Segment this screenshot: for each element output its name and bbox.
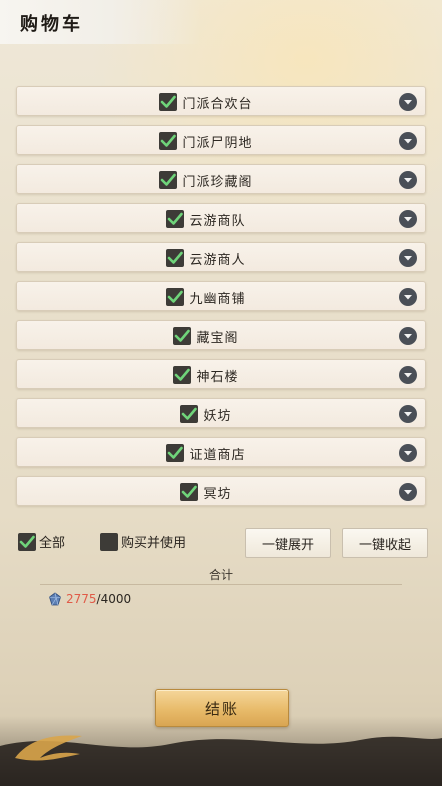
expand-chevron-icon[interactable] (399, 132, 417, 150)
check-icon (19, 535, 35, 548)
expand-chevron-icon[interactable] (399, 444, 417, 462)
check-icon (168, 446, 184, 459)
shop-name: 门派合欢台 (182, 96, 253, 112)
shop-name: 神石楼 (196, 369, 239, 385)
shop-checkbox[interactable] (166, 288, 185, 306)
shop-name: 藏宝阁 (196, 330, 239, 346)
page-title: 购物车 (20, 14, 83, 35)
shop-name: 云游商人 (189, 252, 246, 268)
collapse-all-button[interactable]: 一键收起 (342, 528, 428, 558)
check-icon (168, 251, 184, 264)
shop-row[interactable]: 门派合欢台 (16, 86, 426, 116)
shop-row[interactable]: 妖坊 (16, 398, 426, 428)
select-all-checkbox[interactable] (18, 532, 36, 551)
select-all-toggle[interactable]: 全部 (18, 532, 65, 551)
shop-name: 证道商店 (189, 447, 246, 463)
expand-chevron-icon[interactable] (399, 288, 417, 306)
expand-chevron-icon[interactable] (399, 249, 417, 267)
check-icon (161, 134, 177, 147)
expand-chevron-icon[interactable] (399, 366, 417, 384)
buy-and-use-label: 购买并使用 (121, 536, 187, 551)
shop-row[interactable]: 冥坊 (16, 476, 426, 506)
expand-chevron-icon[interactable] (399, 93, 417, 111)
shop-row[interactable]: 神石楼 (16, 359, 426, 389)
check-icon (182, 485, 198, 498)
expand-all-button[interactable]: 一键展开 (245, 528, 331, 558)
shop-checkbox[interactable] (159, 93, 178, 111)
shop-checkbox[interactable] (159, 132, 178, 150)
shop-checkbox[interactable] (166, 444, 185, 462)
title-bar: 购物车 (0, 0, 200, 44)
total-max: 4000 (100, 592, 132, 606)
total-current: 2775 (66, 592, 97, 606)
shop-name: 云游商队 (189, 213, 246, 229)
shop-checkbox[interactable] (166, 210, 185, 228)
shop-checkbox[interactable] (180, 483, 199, 501)
blue-gem-icon (49, 592, 61, 606)
total-label: 合计 (208, 568, 233, 582)
total-price: 2775/4000 (48, 592, 131, 606)
divider (40, 584, 402, 585)
expand-chevron-icon[interactable] (399, 171, 417, 189)
expand-chevron-icon[interactable] (399, 483, 417, 501)
shop-name: 冥坊 (203, 486, 232, 502)
shop-row[interactable]: 门派珍藏阁 (16, 164, 426, 194)
check-icon (161, 173, 177, 186)
check-icon (168, 290, 184, 303)
shop-checkbox[interactable] (159, 171, 178, 189)
shop-checkbox[interactable] (166, 249, 185, 267)
shop-checkbox[interactable] (180, 405, 199, 423)
check-icon (175, 329, 191, 342)
shop-list: 门派合欢台 门派尸阴地 门派珍藏阁 云游商队 云游商人 九幽商铺 藏宝阁 神石楼… (16, 86, 426, 515)
buy-and-use-checkbox[interactable] (100, 532, 118, 551)
shop-row[interactable]: 藏宝阁 (16, 320, 426, 350)
expand-chevron-icon[interactable] (399, 405, 417, 423)
shop-name: 九幽商铺 (189, 291, 246, 307)
shop-checkbox[interactable] (173, 327, 192, 345)
shop-name: 门派珍藏阁 (182, 174, 253, 190)
expand-chevron-icon[interactable] (399, 210, 417, 228)
shop-name: 妖坊 (203, 408, 232, 424)
shop-row[interactable]: 九幽商铺 (16, 281, 426, 311)
checkout-button[interactable]: 结账 (155, 689, 289, 727)
shop-checkbox[interactable] (173, 366, 192, 384)
check-icon (168, 212, 184, 225)
expand-chevron-icon[interactable] (399, 327, 417, 345)
shop-row[interactable]: 证道商店 (16, 437, 426, 467)
shop-name: 门派尸阴地 (182, 135, 253, 151)
check-icon (175, 368, 191, 381)
shop-row[interactable]: 云游商人 (16, 242, 426, 272)
select-all-label: 全部 (39, 536, 66, 551)
shop-row[interactable]: 门派尸阴地 (16, 125, 426, 155)
buy-and-use-toggle[interactable]: 购买并使用 (100, 532, 186, 551)
shop-row[interactable]: 云游商队 (16, 203, 426, 233)
check-icon (182, 407, 198, 420)
cart-controls: 全部 购买并使用 一键展开 一键收起 (18, 528, 430, 558)
golden-feather-icon (15, 735, 82, 761)
check-icon (161, 95, 177, 108)
